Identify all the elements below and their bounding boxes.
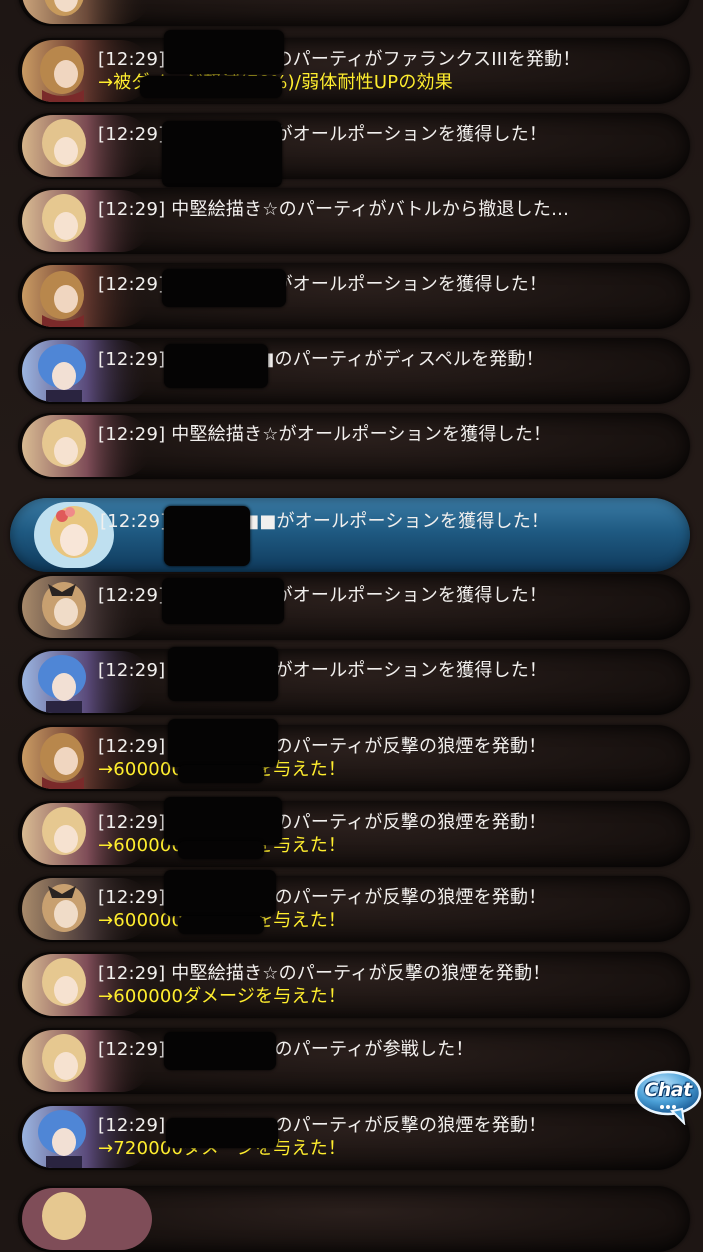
blonde-braid-icon: [22, 0, 152, 24]
log-effect: →600000ダメージを与えた！: [98, 759, 546, 781]
redaction: [178, 765, 264, 783]
redaction: [178, 916, 264, 934]
log-entry[interactable]: [12:29] ■■■■■■のパーティが反撃の狼煙を発動！ →600000ダメー…: [18, 797, 690, 867]
redaction: [164, 506, 250, 566]
log-message: [12:29] 中堅絵描き☆のパーティが反撃の狼煙を発動！: [98, 963, 551, 984]
chat-button[interactable]: Chat: [632, 1069, 702, 1125]
log-entry[interactable]: [12:29] 中堅絵描き☆がオールポーションを獲得した！: [18, 413, 690, 479]
log-entry-highlighted[interactable]: [12:29] ■■■■■■がオールポーションを獲得した！: [10, 498, 690, 572]
redaction: [162, 269, 286, 307]
redaction: [162, 121, 282, 187]
log-text: [12:29] ■■■■■■がオールポーションを獲得した！: [98, 659, 547, 683]
redaction: [162, 578, 284, 624]
log-message: [12:29] 中堅絵描き☆がオールポーションを獲得した！: [98, 424, 552, 445]
log-message: [12:29] ■■■■■■のパーティが反撃の狼煙を発動！: [98, 736, 547, 757]
redaction: [164, 1032, 276, 1070]
blonde-girl-icon: [22, 1188, 152, 1250]
log-entry[interactable]: [12:29] ■■■■■■のパーティがディスペルを発動！: [18, 338, 690, 404]
battle-log: [12:29] ■■■■■■のパーティがファランクスIIIを発動！ →被ダメージ…: [0, 0, 703, 1252]
redaction: [168, 719, 278, 767]
log-message: [12:29] ■■■■■■のパーティが参戦した！: [98, 1039, 474, 1060]
log-text: [12:29] 中堅絵描き☆がオールポーションを獲得した！: [98, 423, 551, 447]
log-entry[interactable]: [18, 0, 690, 26]
log-entry[interactable]: [12:29] ■■■■■■がオールポーションを獲得した！: [18, 263, 690, 329]
log-entry[interactable]: [12:29] 中堅絵描き☆のパーティが反撃の狼煙を発動！ →600000ダメー…: [18, 952, 690, 1018]
log-text: [12:29] ■■■■■■のパーティが参戦した！: [98, 1038, 474, 1062]
log-entry[interactable]: [12:29] ■■■■■■のパーティが反撃の狼煙を発動！ →600000ダメー…: [18, 719, 690, 791]
redaction: [140, 76, 282, 98]
log-message: [12:29] 中堅絵描き☆のパーティがバトルから撤退した…: [98, 199, 570, 220]
log-message: [12:29] ■■■■■■がオールポーションを獲得した！: [98, 660, 548, 681]
log-entry[interactable]: [12:29] ■■■■■■がオールポーションを獲得した！: [18, 113, 690, 187]
chat-label: Chat: [644, 1079, 692, 1101]
log-entry[interactable]: [12:29] ■■■■■■がオールポーションを獲得した！: [18, 574, 690, 640]
redaction: [178, 841, 264, 859]
redaction: [164, 870, 276, 916]
log-entry[interactable]: [12:29] ■■■■■■のパーティが反撃の狼煙を発動！ →720000ダメー…: [18, 1104, 690, 1170]
redaction: [164, 30, 284, 74]
log-entry[interactable]: [12:29] 中堅絵描き☆のパーティがバトルから撤退した…: [18, 188, 690, 254]
log-entry[interactable]: [12:29] ■■■■■■がオールポーションを獲得した！: [18, 647, 690, 715]
redaction: [168, 647, 278, 701]
log-entry[interactable]: [12:29] ■■■■■■のパーティが参戦した！: [18, 1028, 690, 1094]
log-entry[interactable]: [12:29] ■■■■■■のパーティがファランクスIIIを発動！ →被ダメージ…: [18, 30, 690, 104]
log-text: [12:29] 中堅絵描き☆のパーティがバトルから撤退した…: [98, 198, 569, 222]
log-entry[interactable]: [12:29] ■■■■■■のパーティが反撃の狼煙を発動！ →600000ダメー…: [18, 870, 690, 942]
log-text: [12:29] 中堅絵描き☆のパーティが反撃の狼煙を発動！ →600000ダメー…: [98, 962, 551, 1008]
log-entry[interactable]: [18, 1186, 690, 1252]
log-text: [12:29] ■■■■■■のパーティが反撃の狼煙を発動！ →600000ダメー…: [98, 735, 546, 781]
log-effect: →600000ダメージを与えた！: [98, 986, 347, 1007]
redaction: [164, 344, 268, 388]
redaction: [164, 797, 282, 845]
redaction: [166, 1118, 278, 1148]
